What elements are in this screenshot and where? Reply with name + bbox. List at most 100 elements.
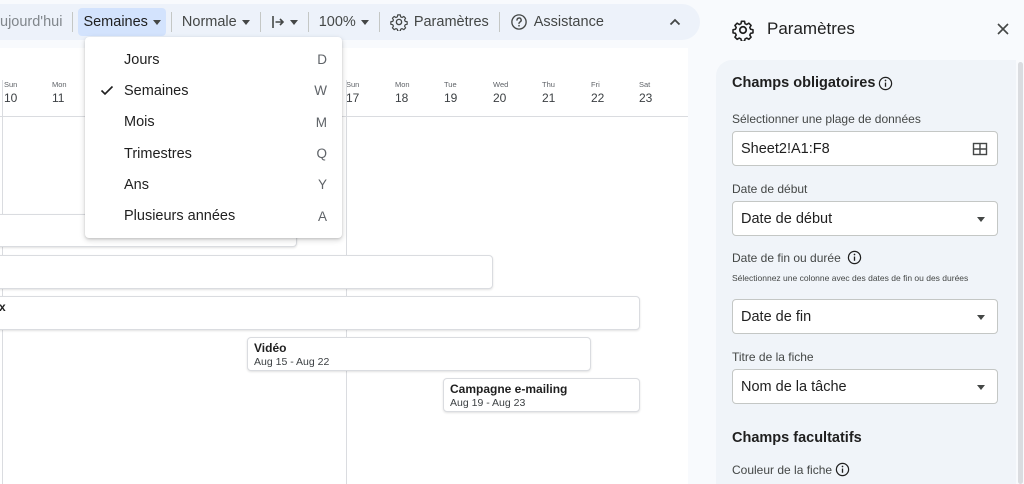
range-input[interactable]: Sheet2!A1:F8 <box>732 131 998 166</box>
menu-item-shortcut: A <box>317 208 327 224</box>
card-title-value: Nom de la tâche <box>741 378 847 395</box>
day-name: Tue <box>444 80 457 89</box>
start-dropdown[interactable]: Date de début <box>732 201 998 236</box>
card-title-label: Titre de la fiche <box>732 350 814 364</box>
panel-title: Paramètres <box>767 19 855 38</box>
task-title: x <box>0 300 6 314</box>
day-header: Wed 20 <box>493 80 533 105</box>
task-dates: Aug 15 - Aug 22 <box>254 356 330 368</box>
today-label: ujourd'hui <box>0 14 63 30</box>
toolbar-divider <box>259 12 261 32</box>
menu-item-label: Ans <box>124 176 149 193</box>
settings-panel: Paramètres Champs obligatoires Sélection… <box>716 0 1024 484</box>
info-icon[interactable] <box>847 250 862 265</box>
range-value: Sheet2!A1:F8 <box>741 140 830 157</box>
day-number: 19 <box>444 91 458 105</box>
day-name: Sat <box>639 80 651 89</box>
day-header: Fri 22 <box>591 80 631 105</box>
day-header: Sat 23 <box>639 80 679 105</box>
task-card[interactable]: Campagne e-mailing Aug 19 - Aug 23 <box>443 378 640 412</box>
scale-label: Semaines <box>83 14 148 30</box>
panel-scrollbar[interactable] <box>1018 62 1023 484</box>
menu-item-shortcut: Y <box>317 177 327 193</box>
chevron-down-icon <box>977 217 985 222</box>
day-name: Fri <box>591 80 600 89</box>
today-button[interactable]: ujourd'hui <box>0 8 67 36</box>
end-label-text: Date de fin ou durée <box>732 250 841 265</box>
menu-item-label: Semaines <box>124 82 189 99</box>
card-color-label: Couleur de la fiche <box>732 462 850 477</box>
help-circle-icon <box>510 14 527 30</box>
menu-item-quarters[interactable]: Trimestres Q <box>85 138 342 169</box>
menu-item-shortcut: D <box>317 52 327 68</box>
menu-item-shortcut: M <box>315 114 327 130</box>
chevron-down-icon <box>289 19 298 25</box>
end-dropdown[interactable]: Date de fin <box>732 299 998 334</box>
settings-label: Paramètres <box>413 14 489 30</box>
view-dropdown[interactable]: Normale <box>177 8 255 36</box>
toolbar-divider <box>498 12 500 32</box>
chevron-up-icon[interactable] <box>666 13 684 31</box>
range-label: Sélectionner une plage de données <box>732 112 921 126</box>
card-color-label-text: Couleur de la fiche <box>732 462 833 477</box>
day-header: Sun 10 <box>4 80 44 105</box>
chevron-down-icon <box>977 385 985 390</box>
menu-item-years[interactable]: Ans Y <box>85 169 342 200</box>
gear-icon <box>732 20 754 41</box>
required-heading-text: Champs obligatoires <box>732 75 876 91</box>
start-label: Date de début <box>732 182 807 196</box>
required-heading: Champs obligatoires <box>732 75 893 91</box>
menu-item-multi-years[interactable]: Plusieurs années A <box>85 200 342 231</box>
day-name: Thu <box>542 80 555 89</box>
task-dates: Aug 19 - Aug 23 <box>450 397 526 409</box>
end-label: Date de fin ou durée <box>732 250 862 265</box>
start-value: Date de début <box>741 210 833 227</box>
help-label: Assistance <box>533 14 604 30</box>
view-label: Normale <box>181 14 237 30</box>
menu-item-shortcut: Q <box>316 146 327 162</box>
task-card[interactable]: x <box>0 296 640 330</box>
insert-dropdown[interactable] <box>266 8 303 36</box>
scale-menu: Jours D Semaines W Mois M Trimestres Q Ans Y … <box>85 37 342 238</box>
toolbar-divider <box>170 12 172 32</box>
task-card[interactable]: Vidéo Aug 15 - Aug 22 <box>247 337 591 371</box>
day-number: 20 <box>493 91 507 105</box>
day-number: 18 <box>395 91 409 105</box>
optional-heading-text: Champs facultatifs <box>732 430 862 446</box>
chevron-down-icon <box>360 19 369 25</box>
menu-item-days[interactable]: Jours D <box>85 44 342 75</box>
close-icon[interactable] <box>996 22 1010 36</box>
gear-icon <box>390 14 408 31</box>
zoom-dropdown[interactable]: 100% <box>314 8 374 36</box>
task-title: Campagne e-mailing <box>450 382 568 396</box>
day-number: 10 <box>4 91 18 105</box>
day-number: 17 <box>346 91 360 105</box>
panel-header: Paramètres <box>716 0 1024 60</box>
day-name: Sun <box>346 80 360 89</box>
menu-item-label: Trimestres <box>124 145 192 162</box>
settings-button[interactable]: Paramètres <box>385 8 494 36</box>
menu-item-label: Plusieurs années <box>124 208 236 225</box>
menu-item-months[interactable]: Mois M <box>85 107 342 138</box>
day-number: 21 <box>542 91 556 105</box>
menu-item-shortcut: W <box>314 83 327 99</box>
range-label-text: Sélectionner une plage de données <box>732 112 921 126</box>
help-button[interactable]: Assistance <box>505 8 609 36</box>
app: ujourd'hui Semaines Normale 100% Paramèt… <box>0 0 1024 484</box>
card-title-dropdown[interactable]: Nom de la tâche <box>732 369 998 404</box>
chevron-down-icon <box>241 19 250 25</box>
end-hint: Sélectionnez une colonne avec des dates … <box>732 273 969 283</box>
start-label-text: Date de début <box>732 182 808 196</box>
day-name: Sun <box>4 80 18 89</box>
panel-body: Champs obligatoires Sélectionner une pla… <box>716 60 1016 484</box>
day-header: Sun 17 <box>346 80 386 105</box>
info-icon[interactable] <box>878 76 893 91</box>
scale-dropdown[interactable]: Semaines <box>78 8 166 36</box>
grid-icon[interactable] <box>972 141 988 157</box>
day-number: 23 <box>639 91 653 105</box>
info-icon[interactable] <box>835 462 850 477</box>
optional-heading: Champs facultatifs <box>732 430 862 446</box>
task-card[interactable] <box>0 255 493 289</box>
menu-item-weeks[interactable]: Semaines W <box>85 75 342 106</box>
menu-item-label: Mois <box>124 114 155 131</box>
